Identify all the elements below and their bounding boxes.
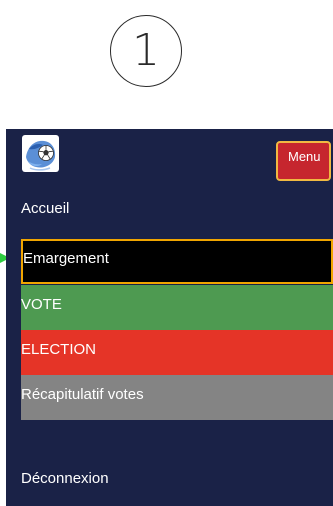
nav-item-vote[interactable]: VOTE	[21, 285, 333, 330]
nav-item-election[interactable]: ELECTION	[21, 330, 333, 375]
nav-item-recap-votes[interactable]: Récapitulatif votes	[21, 375, 333, 420]
step-number-badge: 1	[110, 15, 182, 87]
navigation-drawer: Menu Accueil Emargement VOTE ELECTION Ré…	[6, 129, 333, 506]
soccer-ball-logo-icon	[22, 135, 59, 172]
nav-item-accueil[interactable]: Accueil	[21, 200, 69, 217]
nav-item-emargement[interactable]: Emargement	[21, 239, 333, 284]
menu-button[interactable]: Menu	[276, 141, 331, 181]
nav-item-deconnexion[interactable]: Déconnexion	[21, 470, 109, 487]
